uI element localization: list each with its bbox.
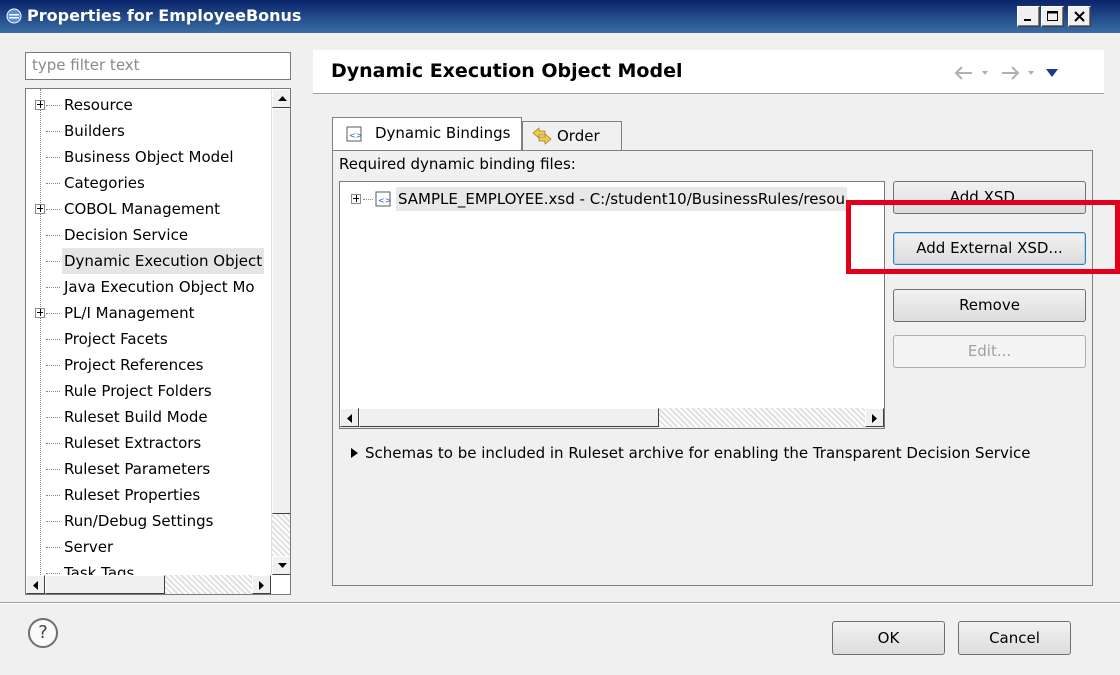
tree-item-label: Categories <box>64 174 145 192</box>
close-button[interactable] <box>1068 6 1091 27</box>
minimize-button[interactable] <box>1017 6 1040 27</box>
expand-icon[interactable] <box>35 308 45 318</box>
arrow-left-icon <box>347 414 352 423</box>
footer-separator <box>0 602 1120 604</box>
tree-item-label: Ruleset Parameters <box>64 460 211 478</box>
arrow-right-icon <box>259 581 264 590</box>
window-icon <box>6 8 22 24</box>
list-hscroll-thumb[interactable] <box>359 408 659 427</box>
view-menu-icon <box>1046 69 1058 77</box>
minimize-icon <box>1024 19 1031 21</box>
scroll-left-button[interactable] <box>340 408 359 427</box>
arrow-up-icon <box>278 96 287 101</box>
svg-text:<>: <> <box>378 196 391 205</box>
expand-icon[interactable] <box>351 194 361 204</box>
window-title: Properties for EmployeeBonus <box>27 6 302 25</box>
nav-arrows <box>954 63 1084 87</box>
scroll-right-button[interactable] <box>252 575 271 594</box>
tab-order[interactable]: Order <box>522 121 622 151</box>
arrow-down-icon <box>278 563 287 568</box>
help-button[interactable]: ? <box>28 618 58 648</box>
tree-item-label: Resource <box>64 96 133 114</box>
expand-icon[interactable] <box>35 204 45 214</box>
tree-scroll-thumb[interactable] <box>272 108 290 514</box>
tree-item-label: PL/I Management <box>64 304 195 322</box>
tree-item-label: Business Object Model <box>64 148 234 166</box>
order-icon <box>532 127 552 145</box>
page-title: Dynamic Execution Object Model <box>331 60 683 82</box>
tree-item-label: Dynamic Execution Object <box>62 248 265 274</box>
tree-item-label: Project Facets <box>64 330 168 348</box>
back-arrow-icon <box>954 66 972 80</box>
back-dropdown-icon <box>982 71 988 75</box>
highlight-annotation-box <box>846 200 1120 274</box>
scroll-right-button[interactable] <box>865 408 884 427</box>
arrow-right-icon <box>872 414 877 423</box>
tree-item-label: Ruleset Extractors <box>64 434 202 452</box>
scroll-down-button[interactable] <box>272 556 290 575</box>
edit-button[interactable]: Edit... <box>893 335 1086 368</box>
xsd-file-icon: <> <box>346 126 362 142</box>
close-icon <box>1074 11 1085 22</box>
remove-button[interactable]: Remove <box>893 289 1086 322</box>
tree-item-label: Server <box>64 538 114 556</box>
schemas-label: Schemas to be included in Ruleset archiv… <box>365 444 1031 462</box>
tree-item-label: Project References <box>64 356 204 374</box>
maximize-icon <box>1047 11 1058 21</box>
tree-item-label: Run/Debug Settings <box>64 512 214 530</box>
tab-label: Dynamic Bindings <box>375 124 511 142</box>
tree-hscroll-thumb[interactable] <box>45 575 165 594</box>
tree-vertical-scrollbar[interactable] <box>271 89 290 575</box>
arrow-left-icon <box>33 581 38 590</box>
tree-horizontal-scrollbar[interactable] <box>26 575 271 594</box>
svg-text:<>: <> <box>349 131 362 140</box>
scroll-left-button[interactable] <box>26 575 45 594</box>
list-horizontal-scrollbar[interactable] <box>340 408 884 428</box>
tree-item-label: Builders <box>64 122 125 140</box>
nav-history-icons <box>954 66 1058 80</box>
binding-files-list[interactable]: <> SAMPLE_EMPLOYEE.xsd - C:/student10/Bu… <box>339 181 885 429</box>
filter-input[interactable]: type filter text <box>25 52 291 80</box>
maximize-button[interactable] <box>1041 6 1064 27</box>
scroll-up-button[interactable] <box>272 89 290 108</box>
tree-item-label: Decision Service <box>64 226 189 244</box>
tree-item-label: Ruleset Properties <box>64 486 201 504</box>
xsd-file-icon: <> <box>375 191 391 207</box>
properties-tree[interactable]: Resource Builders Business Object Model Cat… <box>25 88 291 595</box>
page-header: Dynamic Execution Object Model <box>313 50 1104 94</box>
help-icon: ? <box>38 622 48 643</box>
ok-button[interactable]: OK <box>832 621 945 655</box>
forward-dropdown-icon <box>1028 71 1034 75</box>
window-titlebar: Properties for EmployeeBonus <box>0 0 1120 33</box>
file-entry-label: SAMPLE_EMPLOYEE.xsd - C:/student10/Busin… <box>396 187 847 211</box>
tab-dynamic-bindings[interactable]: <> Dynamic Bindings <box>332 117 522 152</box>
cancel-button[interactable]: Cancel <box>958 621 1071 655</box>
required-files-label: Required dynamic binding files: <box>339 155 576 173</box>
tree-item-label: COBOL Management <box>64 200 221 218</box>
forward-arrow-icon <box>1002 66 1020 80</box>
expand-icon[interactable] <box>35 100 45 110</box>
tree-item-label: Ruleset Build Mode <box>64 408 208 426</box>
tree-item-label: Rule Project Folders <box>64 382 212 400</box>
tab-label: Order <box>557 127 600 145</box>
expand-arrow-icon <box>351 448 358 458</box>
tree-item-label: Java Execution Object Mo <box>64 278 255 296</box>
